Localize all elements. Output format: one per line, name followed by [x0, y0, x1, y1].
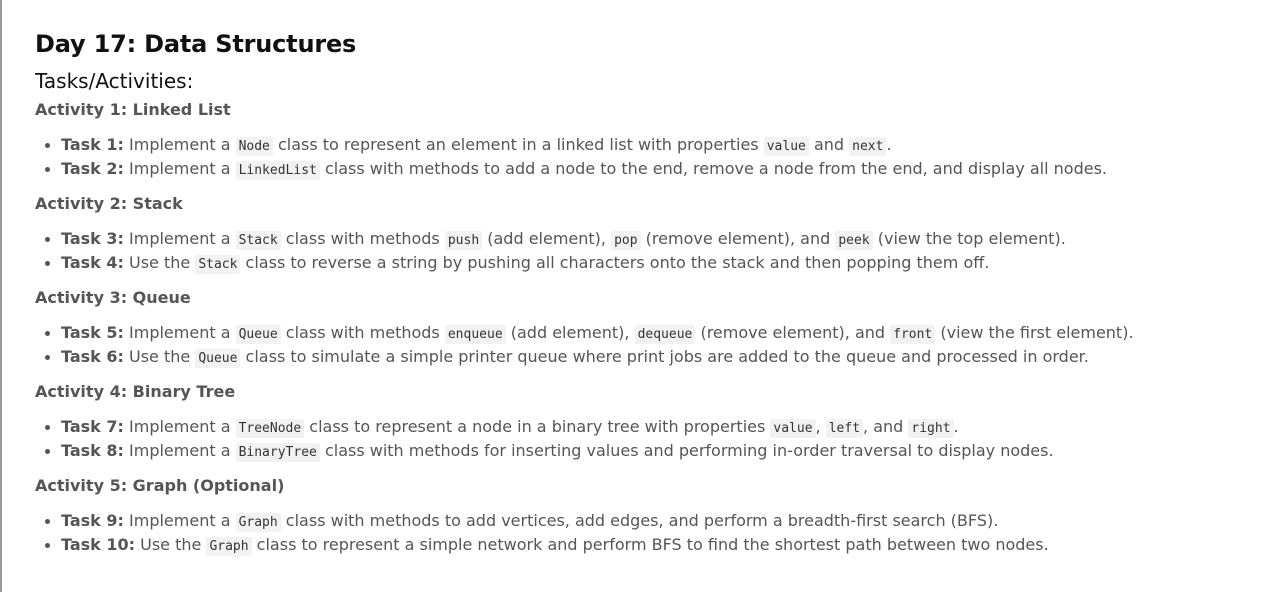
activities-list: Activity 1: Linked List Task 1: Implement… — [35, 99, 1275, 558]
task-text: Implement a — [123, 229, 236, 248]
inline-code: Stack — [195, 255, 241, 274]
inline-code: left — [825, 419, 864, 438]
task-item: Task 9: Implement a Graph class with met… — [45, 510, 1275, 534]
inline-code: Graph — [206, 537, 252, 556]
task-item: Task 4: Use the Stack class to reverse a… — [45, 252, 1275, 276]
activity-heading: Activity 5: Graph (Optional) — [35, 476, 285, 495]
task-text: Use the — [135, 535, 207, 554]
task-list: Task 7: Implement a TreeNode class to re… — [35, 416, 1275, 464]
task-list: Task 3: Implement a Stack class with met… — [35, 228, 1275, 276]
inline-code: Node — [235, 137, 273, 156]
task-text: , and — [863, 417, 909, 436]
task-text: Implement a — [123, 417, 236, 436]
task-label: Task 9: — [61, 511, 124, 530]
left-border — [0, 0, 2, 592]
task-item: Task 5: Implement a Queue class with met… — [45, 322, 1275, 346]
task-label: Task 3: — [61, 229, 124, 248]
task-text: (add element), — [505, 323, 635, 342]
inline-code: Stack — [235, 231, 281, 250]
task-text: class with methods — [280, 323, 445, 342]
inline-code: front — [890, 325, 936, 344]
task-item: Task 10: Use the Graph class to represen… — [45, 534, 1275, 558]
task-label: Task 2: — [61, 159, 124, 178]
inline-code: next — [849, 137, 887, 156]
inline-code: value — [770, 419, 816, 438]
task-item: Task 1: Implement a Node class to repres… — [45, 134, 1275, 158]
task-label: Task 6: — [61, 347, 124, 366]
activity-heading: Activity 4: Binary Tree — [35, 382, 236, 401]
inline-code: peek — [835, 231, 873, 250]
task-text: Implement a — [123, 441, 236, 460]
task-text: class with methods to add a node to the … — [319, 159, 1107, 178]
task-text: Use the — [123, 253, 196, 272]
activity-heading: Activity 3: Queue — [35, 288, 191, 307]
task-text: class to represent a simple network and … — [251, 535, 1049, 554]
inline-code: Graph — [235, 513, 281, 532]
task-label: Task 4: — [61, 253, 124, 272]
inline-code: push — [444, 231, 483, 250]
task-text: Implement a — [123, 323, 236, 342]
task-text: class with methods to add vertices, add … — [280, 511, 999, 530]
inline-code: enqueue — [444, 325, 506, 344]
task-text: (remove element), and — [695, 323, 891, 342]
task-text: (view the first element). — [935, 323, 1134, 342]
task-label: Task 1: — [61, 135, 124, 154]
task-text: class with methods for inserting values … — [319, 441, 1054, 460]
inline-code: BinaryTree — [235, 443, 320, 462]
task-text: Implement a — [123, 159, 236, 178]
activity-section: Activity 4: Binary Tree Task 7: Implement… — [35, 381, 1275, 464]
task-item: Task 2: Implement a LinkedList class wit… — [45, 158, 1275, 182]
inline-code: LinkedList — [235, 161, 320, 180]
task-list: Task 1: Implement a Node class to repres… — [35, 134, 1275, 182]
task-text: class to represent a node in a binary tr… — [304, 417, 771, 436]
task-text: , — [815, 417, 826, 436]
inline-code: Queue — [235, 325, 281, 344]
task-label: Task 7: — [61, 417, 124, 436]
task-text: (view the top element). — [872, 229, 1066, 248]
task-label: Task 10: — [61, 535, 136, 554]
task-item: Task 6: Use the Queue class to simulate … — [45, 346, 1275, 370]
task-text: Implement a — [123, 135, 236, 154]
task-item: Task 8: Implement a BinaryTree class wit… — [45, 440, 1275, 464]
activity-section: Activity 1: Linked List Task 1: Implement… — [35, 99, 1275, 182]
task-text: (remove element), and — [640, 229, 836, 248]
activity-section: Activity 5: Graph (Optional) Task 9: Impl… — [35, 475, 1275, 558]
page-subtitle: Tasks/Activities: — [35, 69, 194, 93]
task-list: Task 5: Implement a Queue class with met… — [35, 322, 1275, 370]
inline-code: right — [908, 419, 954, 438]
task-item: Task 3: Implement a Stack class with met… — [45, 228, 1275, 252]
inline-code: pop — [611, 231, 641, 250]
activity-section: Activity 2: Stack Task 3: Implement a Sta… — [35, 193, 1275, 276]
activity-heading: Activity 2: Stack — [35, 194, 183, 213]
task-list: Task 9: Implement a Graph class with met… — [35, 510, 1275, 558]
activity-section: Activity 3: Queue Task 5: Implement a Que… — [35, 287, 1275, 370]
task-text: (add element), — [482, 229, 612, 248]
task-text: Implement a — [123, 511, 236, 530]
task-text: class to simulate a simple printer queue… — [240, 347, 1089, 366]
task-label: Task 5: — [61, 323, 124, 342]
inline-code: dequeue — [634, 325, 696, 344]
page-title: Day 17: Data Structures — [35, 30, 357, 58]
document-content: Day 17: Data Structures Tasks/Activities… — [35, 28, 1275, 558]
task-label: Task 8: — [61, 441, 124, 460]
inline-code: value — [763, 137, 809, 156]
inline-code: TreeNode — [235, 419, 305, 438]
activity-heading: Activity 1: Linked List — [35, 100, 231, 119]
task-text: and — [808, 135, 850, 154]
task-text: Use the — [123, 347, 196, 366]
inline-code: Queue — [195, 349, 241, 368]
task-text: class to represent an element in a linke… — [272, 135, 764, 154]
task-item: Task 7: Implement a TreeNode class to re… — [45, 416, 1275, 440]
task-text: class to reverse a string by pushing all… — [240, 253, 990, 272]
task-text: class with methods — [280, 229, 445, 248]
task-text: . — [886, 135, 892, 154]
task-text: . — [953, 417, 959, 436]
